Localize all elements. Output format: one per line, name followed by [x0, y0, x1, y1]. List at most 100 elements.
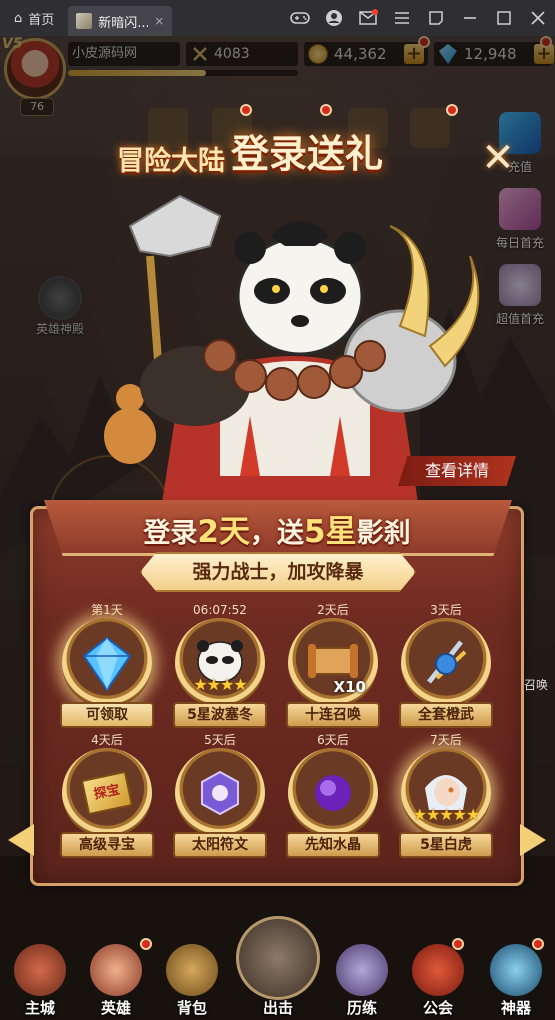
hero-icon [90, 944, 142, 996]
gamepad-icon[interactable] [283, 0, 317, 36]
star-rating: ★★★★ [193, 675, 247, 694]
home-tab[interactable]: ⌂ 首页 [0, 0, 68, 36]
headline-days: 2天 [197, 514, 250, 550]
banner-title-big: 登录送礼 [230, 132, 383, 176]
reward-name: 5星白虎 [399, 832, 493, 858]
crossed-swords-icon [252, 944, 304, 996]
scroll-left-arrow-icon[interactable] [8, 824, 34, 856]
reward-day-2[interactable]: 06:07:52 ★★★★ 5星波塞冬 [168, 602, 272, 732]
reward-icon-frame [288, 748, 378, 838]
reward-name: 太阳符文 [173, 832, 267, 858]
reward-name: 十连召唤 [286, 702, 380, 728]
nav-label: 神器 [500, 999, 531, 1017]
reward-day-label: 6天后 [317, 733, 349, 747]
banner-title: 冒险大陆 登录送礼 [60, 118, 440, 178]
reward-day-5[interactable]: 4天后 探宝 高级寻宝 [55, 732, 159, 862]
guild-banner-icon [412, 944, 464, 996]
reward-day-label: 2天后 [317, 603, 349, 617]
reward-day-label: 7天后 [430, 733, 462, 747]
treasure-ticket-icon: 探宝 [80, 770, 134, 816]
game-tab[interactable]: 新暗闪... × [68, 6, 173, 36]
notification-dot [140, 938, 152, 950]
notification-dot [320, 104, 332, 116]
nav-label: 公会 [422, 999, 453, 1017]
notification-dot [240, 104, 252, 116]
game-viewport: V5 76 小皮源码网 4083 44,362 + 12,948 + 充值 每日… [0, 36, 555, 1020]
view-details-button[interactable]: 查看详情 [398, 456, 516, 486]
headline-part: 登录 [143, 518, 198, 549]
reward-icon-frame [62, 618, 152, 708]
nav-battle[interactable]: 出击 [242, 940, 314, 1020]
maximize-icon[interactable] [487, 0, 521, 36]
nav-label: 历练 [346, 999, 377, 1017]
reward-day-4[interactable]: 3天后 全套橙武 [394, 602, 498, 732]
weapons-icon [427, 640, 467, 684]
nav-label: 出击 [262, 999, 293, 1017]
reward-headline: 登录2天，送5星影刹 [30, 506, 524, 551]
nav-main-city[interactable]: 主城 [4, 940, 76, 1020]
reward-name: 可领取 [60, 702, 154, 728]
reward-name: 先知水晶 [286, 832, 380, 858]
white-tiger-hero-icon [425, 775, 467, 810]
countdown-timer: 06:07:52 [193, 603, 247, 617]
reward-day-label: 5天后 [204, 733, 236, 747]
panda-hero-icon [197, 640, 243, 683]
game-favicon-icon [76, 13, 93, 29]
nav-backpack[interactable]: 背包 [156, 940, 228, 1020]
reward-day-3[interactable]: 2天后 X10 十连召唤 [281, 602, 385, 732]
pin-icon[interactable] [419, 0, 453, 36]
reward-icon-frame: ★★★★★ [401, 748, 491, 838]
headline-part: 影刹 [356, 518, 411, 549]
nav-label: 主城 [24, 999, 55, 1017]
reward-day-6[interactable]: 5天后 太阳符文 [168, 732, 272, 862]
reward-grid: 第1天 可领取 06:07:52 ★★★★ 5星波塞冬 2天后 X10 十连召唤… [55, 602, 503, 892]
reward-icon-frame: 探宝 [62, 748, 152, 838]
summon-edge-label: 召唤 [524, 678, 549, 692]
reward-icon-frame [175, 748, 265, 838]
notification-dot [452, 938, 464, 950]
headline-stars: 5星 [304, 514, 357, 550]
sun-rune-icon [201, 770, 239, 816]
headline-part: ，送 [250, 518, 304, 549]
blue-diamond-icon [82, 636, 132, 692]
game-tab-label: 新暗闪... [98, 15, 149, 31]
nav-heroes[interactable]: 英雄 [80, 940, 152, 1020]
browser-titlebar: ⌂ 首页 新暗闪... × [0, 0, 555, 36]
close-icon[interactable] [521, 0, 555, 36]
menu-icon[interactable] [385, 0, 419, 36]
mail-icon[interactable] [351, 0, 385, 36]
reward-name: 5星波塞冬 [173, 702, 267, 728]
tower-icon [336, 944, 388, 996]
nav-guild[interactable]: 公会 [402, 940, 474, 1020]
star-rating: ★★★★★ [412, 805, 481, 824]
reward-day-7[interactable]: 6天后 先知水晶 [281, 732, 385, 862]
minimize-icon[interactable] [453, 0, 487, 36]
reward-icon-frame: X10 [288, 618, 378, 708]
reward-icon-frame [401, 618, 491, 708]
notification-dot [446, 104, 458, 116]
nav-training[interactable]: 历练 [326, 940, 398, 1020]
reward-day-1[interactable]: 第1天 可领取 [55, 602, 159, 732]
nav-label: 英雄 [100, 999, 131, 1017]
notification-dot [532, 938, 544, 950]
reward-name: 高级寻宝 [60, 832, 154, 858]
nav-artifact[interactable]: 神器 [480, 940, 552, 1020]
purple-crystal-icon [315, 775, 351, 811]
mail-notification-dot [372, 9, 378, 15]
reward-day-label: 3天后 [430, 603, 462, 617]
summon-count: X10 [333, 678, 366, 696]
user-icon[interactable] [317, 0, 351, 36]
artifact-icon [490, 944, 542, 996]
reward-day-8[interactable]: 7天后 ★★★★★ 5星白虎 [394, 732, 498, 862]
scroll-right-arrow-icon[interactable] [520, 824, 546, 856]
bottom-navigation: 主城 英雄 背包 出击 历练 公会 神器 [0, 940, 555, 1020]
reward-icon-frame: ★★★★ [175, 618, 265, 708]
reward-day-label: 第1天 [91, 603, 123, 617]
reward-name: 全套橙武 [399, 702, 493, 728]
close-popup-button[interactable]: ✕ [478, 138, 518, 178]
castle-icon [14, 944, 66, 996]
backpack-icon [166, 944, 218, 996]
reward-subtitle: 强力战士，加攻降暴 [140, 552, 416, 592]
nav-label: 背包 [176, 999, 207, 1017]
tab-close-icon[interactable]: × [154, 14, 164, 28]
